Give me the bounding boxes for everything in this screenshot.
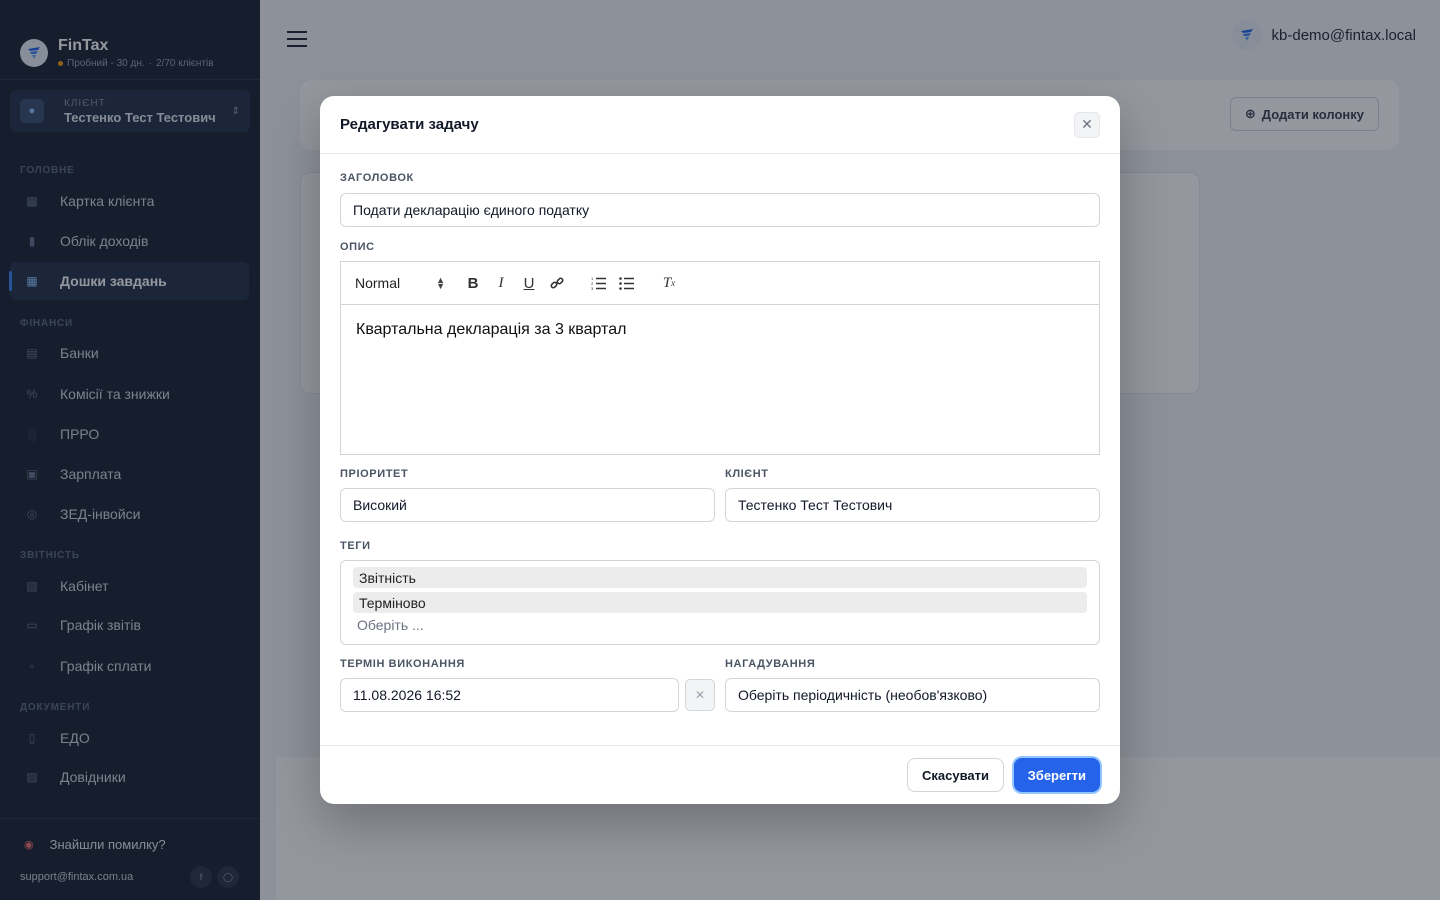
underline-icon[interactable]: U bbox=[515, 271, 543, 295]
due-label: ТЕРМІН ВИКОНАННЯ bbox=[340, 658, 465, 670]
bullet-list-icon[interactable] bbox=[613, 271, 641, 295]
title-label: ЗАГОЛОВОК bbox=[340, 172, 414, 184]
title-input[interactable]: Подати декларацію єдиного податку bbox=[340, 193, 1100, 227]
client-select[interactable]: Тестенко Тест Тестович bbox=[725, 488, 1100, 522]
reminder-label: НАГАДУВАННЯ bbox=[725, 658, 816, 670]
svg-text:3: 3 bbox=[591, 286, 594, 290]
modal-title: Редагувати задачу bbox=[340, 116, 479, 133]
chevron-up-down-icon: ▲ ▼ bbox=[436, 275, 445, 291]
cancel-button[interactable]: Скасувати bbox=[907, 758, 1004, 792]
bold-icon[interactable]: B bbox=[459, 271, 487, 295]
editor-toolbar: Normal ▲ ▼ B I U 123 Tx bbox=[341, 262, 1099, 305]
due-date-input[interactable]: 11.08.2026 16:52 bbox=[340, 678, 679, 712]
tags-label: ТЕГИ bbox=[340, 540, 371, 552]
save-button[interactable]: Зберегти bbox=[1013, 758, 1100, 792]
description-text[interactable]: Квартальна декларація за 3 квартал bbox=[341, 305, 1099, 355]
italic-icon[interactable]: I bbox=[487, 271, 515, 295]
edit-task-modal: Редагувати задачу ✕ ЗАГОЛОВОК Подати дек… bbox=[320, 96, 1120, 804]
description-editor: Normal ▲ ▼ B I U 123 Tx Квартальна деклар… bbox=[340, 261, 1100, 455]
clear-format-icon[interactable]: Tx bbox=[655, 271, 683, 295]
clear-date-icon[interactable]: ✕ bbox=[685, 679, 715, 711]
tags-select[interactable]: Звітність Терміново Оберіть ... bbox=[340, 560, 1100, 645]
ordered-list-icon[interactable]: 123 bbox=[585, 271, 613, 295]
modal-footer: Скасувати Зберегти bbox=[320, 745, 1120, 804]
tags-placeholder: Оберіть ... bbox=[357, 617, 424, 633]
tag-chip[interactable]: Звітність bbox=[353, 567, 1087, 588]
client-label: КЛІЄНТ bbox=[725, 468, 769, 480]
reminder-select[interactable]: Оберіть періодичність (необов'язково) bbox=[725, 678, 1100, 712]
priority-label: ПРІОРИТЕТ bbox=[340, 468, 409, 480]
modal-header: Редагувати задачу ✕ bbox=[320, 96, 1120, 154]
tag-chip[interactable]: Терміново bbox=[353, 592, 1087, 613]
format-select[interactable]: Normal ▲ ▼ bbox=[355, 275, 445, 291]
priority-select[interactable]: Високий bbox=[340, 488, 715, 522]
link-icon[interactable] bbox=[543, 271, 571, 295]
description-label: ОПИС bbox=[340, 241, 375, 253]
close-icon[interactable]: ✕ bbox=[1074, 111, 1100, 138]
